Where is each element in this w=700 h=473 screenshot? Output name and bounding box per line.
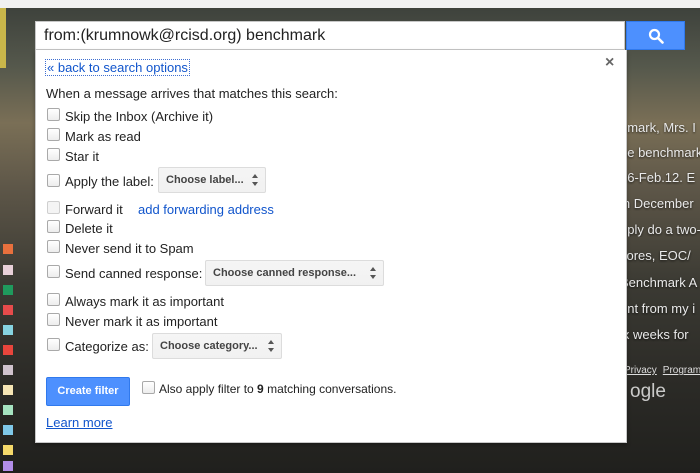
- label-swatch[interactable]: [3, 405, 13, 415]
- category-select-value: Choose category...: [160, 340, 258, 352]
- categorize-label: Categorize as:: [65, 339, 149, 354]
- label-swatch[interactable]: [3, 445, 13, 455]
- canned-response-select-value: Choose canned response...: [213, 267, 357, 279]
- apply-label-checkbox[interactable]: [47, 174, 60, 187]
- apply-label-label: Apply the label:: [65, 174, 154, 189]
- label-swatch[interactable]: [3, 244, 13, 254]
- background-mail-line: Benchmark A: [620, 275, 698, 290]
- learn-more-link[interactable]: Learn more: [46, 415, 112, 430]
- never-spam-checkbox[interactable]: [47, 240, 60, 253]
- canned-response-checkbox[interactable]: [47, 265, 60, 278]
- canned-response-select[interactable]: Choose canned response...: [205, 260, 384, 286]
- always-important-label: Always mark it as important: [65, 294, 224, 309]
- add-forwarding-address-link[interactable]: add forwarding address: [138, 202, 274, 217]
- skip-inbox-label: Skip the Inbox (Archive it): [65, 109, 214, 124]
- create-filter-button[interactable]: Create filter: [46, 377, 130, 406]
- never-important-label: Never mark it as important: [65, 314, 218, 329]
- never-important-checkbox[interactable]: [47, 313, 60, 326]
- category-select[interactable]: Choose category...: [152, 333, 282, 359]
- label-swatch[interactable]: [3, 425, 13, 435]
- filter-intro: When a message arrives that matches this…: [46, 86, 338, 101]
- forward-checkbox[interactable]: [47, 201, 60, 214]
- delete-label: Delete it: [65, 221, 113, 236]
- mark-read-label: Mark as read: [65, 129, 141, 144]
- background-mail-line: nmark, Mrs. I: [620, 120, 696, 135]
- footer-links: Privacy Program: [624, 365, 700, 376]
- background-mail-line: ent from my i: [620, 301, 696, 316]
- label-swatch[interactable]: [3, 305, 13, 315]
- privacy-link[interactable]: Privacy: [624, 365, 657, 376]
- background-mail-line: 26-Feb.12. E: [620, 170, 696, 185]
- label-swatch[interactable]: [3, 285, 13, 295]
- back-to-search-options-link[interactable]: « back to search options: [45, 59, 190, 76]
- background-mail-line: ix weeks for: [620, 327, 689, 342]
- select-arrows-icon: [268, 340, 275, 352]
- label-swatch[interactable]: [3, 461, 13, 471]
- background-mail-line: ne benchmark: [620, 145, 700, 160]
- apply-prefix: Also apply filter to: [159, 382, 258, 396]
- label-swatch[interactable]: [3, 365, 13, 375]
- canned-response-label: Send canned response:: [65, 266, 203, 281]
- close-icon[interactable]: ×: [605, 54, 614, 72]
- always-important-checkbox[interactable]: [47, 293, 60, 306]
- label-swatch[interactable]: [3, 385, 13, 395]
- label-swatch[interactable]: [3, 265, 13, 275]
- background-mail-line: in December: [620, 196, 694, 211]
- background-mail-line: cores, EOC/: [620, 248, 691, 263]
- select-arrows-icon: [252, 174, 259, 186]
- label-select[interactable]: Choose label...: [158, 167, 266, 193]
- select-arrows-icon: [370, 267, 377, 279]
- never-spam-label: Never send it to Spam: [65, 241, 194, 256]
- mark-read-checkbox[interactable]: [47, 128, 60, 141]
- apply-existing-label: Also apply filter to 9 matching conversa…: [159, 382, 396, 396]
- search-button[interactable]: [626, 21, 685, 50]
- create-filter-panel: « back to search options × When a messag…: [35, 50, 627, 443]
- google-logo: ogle: [630, 381, 666, 402]
- search-icon: [648, 28, 664, 44]
- label-swatch[interactable]: [3, 345, 13, 355]
- apply-existing-checkbox[interactable]: [142, 381, 155, 394]
- star-checkbox[interactable]: [47, 148, 60, 161]
- matching-count: 9: [257, 382, 264, 396]
- label-select-value: Choose label...: [166, 174, 244, 186]
- side-accent: [0, 8, 6, 68]
- categorize-checkbox[interactable]: [47, 338, 60, 351]
- delete-checkbox[interactable]: [47, 220, 60, 233]
- program-link[interactable]: Program: [663, 365, 700, 376]
- top-strip: [0, 0, 700, 8]
- star-label: Star it: [65, 149, 99, 164]
- skip-inbox-checkbox[interactable]: [47, 108, 60, 121]
- search-query: from:(krumnowk@rcisd.org) benchmark: [44, 27, 326, 44]
- apply-suffix: matching conversations.: [263, 382, 397, 396]
- forward-label: Forward it: [65, 202, 123, 217]
- search-input[interactable]: from:(krumnowk@rcisd.org) benchmark: [35, 21, 625, 50]
- label-swatch[interactable]: [3, 325, 13, 335]
- background-mail-line: oply do a two-: [620, 222, 700, 237]
